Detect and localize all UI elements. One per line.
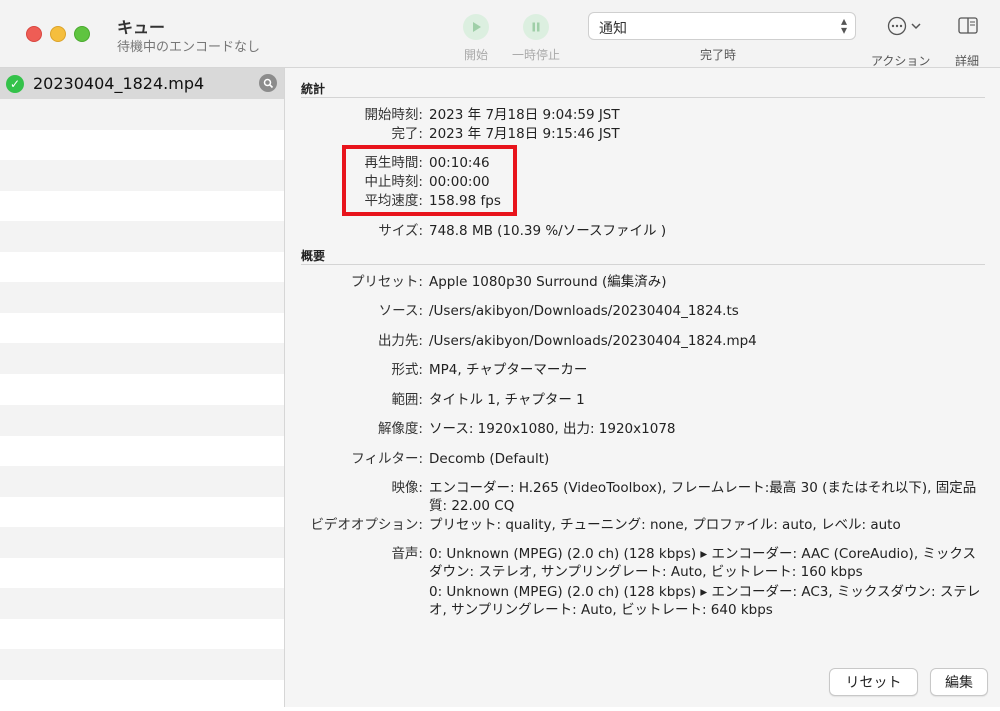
close-window-button[interactable] (26, 26, 42, 42)
row-label: 出力先: (377, 333, 423, 349)
list-row-background (0, 343, 284, 375)
pause-button[interactable]: 一時停止 (507, 14, 565, 63)
row-value: 748.8 MB (10.39 %/ソースファイル ) (429, 223, 667, 239)
row-label: 完了: (391, 126, 423, 142)
divider (301, 97, 985, 98)
list-row-background (0, 221, 284, 252)
row-label: フィルター: (351, 451, 423, 467)
list-row-background (0, 313, 284, 344)
chevron-down-icon (911, 23, 921, 30)
row-label: 形式: (391, 362, 423, 378)
list-row-background (0, 527, 284, 558)
window-subtitle: 待機中のエンコードなし (117, 40, 261, 55)
list-row-background (0, 129, 284, 160)
row-label: 音声: (391, 546, 423, 562)
check-circle-icon: ✓ (6, 74, 24, 93)
list-row-background (0, 496, 284, 527)
row-value: Apple 1080p30 Surround (編集済み) (429, 274, 667, 290)
row-label: 開始時刻: (364, 107, 423, 123)
list-row-background (0, 98, 284, 130)
action-menu-button[interactable] (887, 16, 921, 36)
list-row-background (0, 465, 284, 497)
summary-heading: 概要 (301, 249, 326, 263)
row-value: 2023 年 7月18日 9:04:59 JST (429, 107, 620, 123)
list-row-background (0, 159, 284, 191)
list-row-background (0, 558, 284, 589)
notify-select[interactable]: 通知 ▴ ▾ (588, 12, 856, 40)
reset-button[interactable]: リセット (829, 668, 918, 696)
queue-item[interactable]: ✓ 20230404_1824.mp4 (0, 68, 284, 99)
queue-sidebar: ✓ 20230404_1824.mp4 (0, 68, 285, 707)
select-chevron-icon: ▴ ▾ (840, 14, 847, 37)
pause-icon (523, 14, 549, 40)
sidebar-toggle-button[interactable] (958, 17, 978, 39)
list-row-background (0, 374, 284, 405)
list-row-background (0, 649, 284, 681)
row-label: 映像: (391, 480, 423, 496)
stats-heading: 統計 (301, 82, 326, 96)
row-value: プリセット: quality, チューニング: none, プロファイル: au… (429, 517, 901, 533)
row-value: 0: Unknown (MPEG) (2.0 ch) (128 kbps) ▸ … (429, 584, 981, 618)
list-row-background (0, 404, 284, 436)
list-row-background (0, 588, 284, 620)
ellipsis-circle-icon (887, 16, 907, 36)
zoom-window-button[interactable] (74, 26, 90, 42)
row-value: MP4, チャプターマーカー (429, 362, 588, 378)
row-label: サイズ: (378, 223, 423, 239)
list-row-background (0, 619, 284, 650)
row-value: エンコーダー: H.265 (VideoToolbox), フレームレート:最高… (429, 480, 977, 514)
row-label: 範囲: (391, 392, 423, 408)
queue-item-name: 20230404_1824.mp4 (33, 74, 205, 93)
row-value: 2023 年 7月18日 9:15:46 JST (429, 126, 620, 142)
list-row-background (0, 435, 284, 466)
list-row-background (0, 282, 284, 314)
detail-label: 詳細 (955, 54, 980, 68)
start-button[interactable]: 開始 (460, 14, 492, 63)
magnifier-reveal-icon[interactable] (259, 74, 277, 92)
divider (301, 264, 985, 265)
job-details-panel: 統計 開始時刻: 2023 年 7月18日 9:04:59 JST 完了: 20… (285, 68, 1000, 707)
row-value: /Users/akibyon/Downloads/20230404_1824.m… (429, 333, 757, 349)
pause-label: 一時停止 (511, 48, 560, 62)
window-title: キュー (117, 18, 166, 37)
list-row-background (0, 680, 284, 711)
row-value: /Users/akibyon/Downloads/20230404_1824.t… (429, 303, 739, 319)
action-label: アクション (871, 54, 931, 68)
notify-label: 完了時 (700, 48, 737, 62)
list-row-background (0, 252, 284, 283)
row-value: ソース: 1920x1080, 出力: 1920x1078 (429, 421, 676, 437)
notify-value: 通知 (599, 21, 627, 37)
row-value: タイトル 1, チャプター 1 (429, 392, 585, 408)
toolbar: キュー 待機中のエンコードなし 開始 一時停止 通知 ▴▾ 完了時 アクション (0, 0, 1000, 68)
minimize-window-button[interactable] (50, 26, 66, 42)
inspector-panel-icon (958, 17, 978, 34)
row-label: 解像度: (377, 421, 423, 437)
row-label: ソース: (378, 303, 423, 319)
highlight-annotation-box (342, 145, 517, 216)
play-icon (463, 14, 489, 40)
row-value: 0: Unknown (MPEG) (2.0 ch) (128 kbps) ▸ … (429, 546, 976, 580)
edit-button[interactable]: 編集 (930, 668, 988, 696)
start-label: 開始 (463, 48, 488, 62)
row-label: ビデオオプション: (310, 517, 423, 533)
row-value: Decomb (Default) (429, 451, 550, 467)
list-row-background (0, 190, 284, 221)
row-label: プリセット: (350, 274, 423, 290)
